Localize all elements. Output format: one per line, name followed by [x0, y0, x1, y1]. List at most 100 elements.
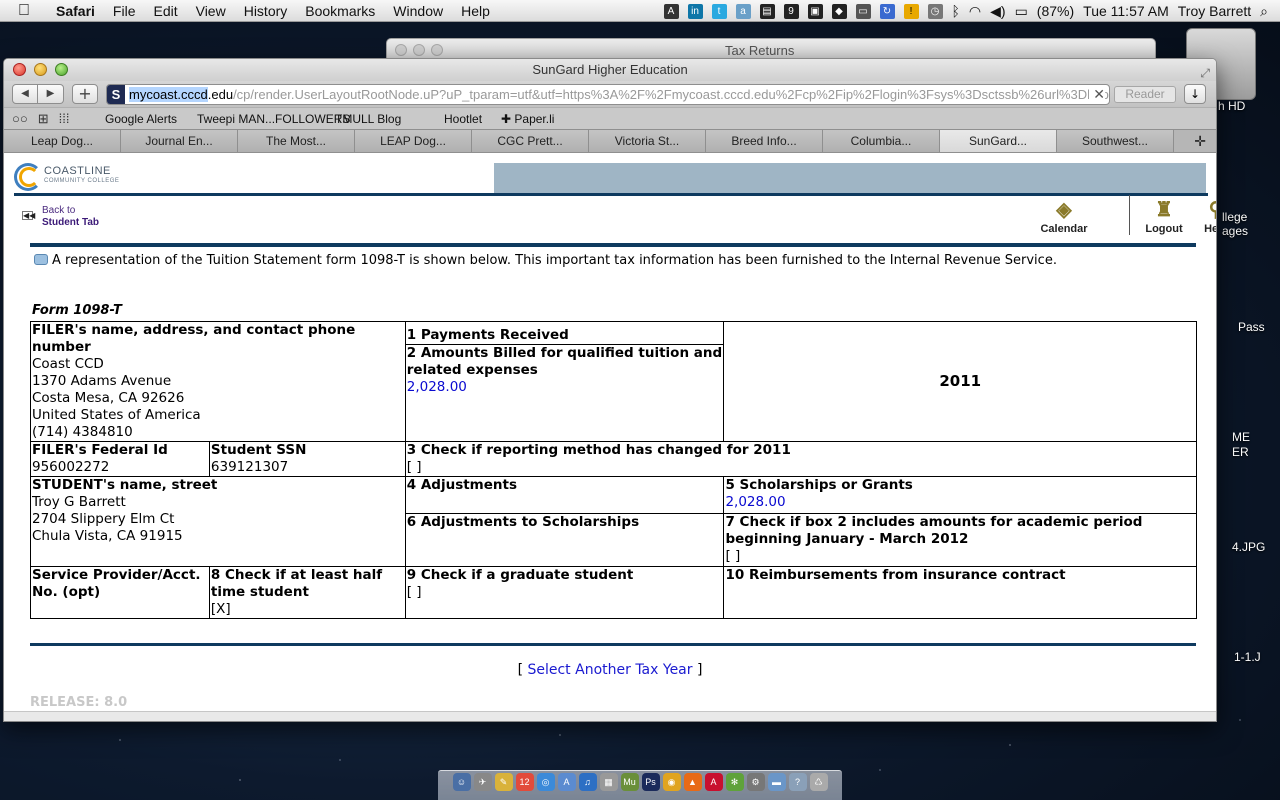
menu-edit[interactable]: Edit	[153, 3, 177, 19]
finder-icon[interactable]: ☺	[452, 773, 471, 791]
box7-cell: 7 Check if box 2 includes amounts for ac…	[723, 513, 1197, 567]
desktop-label-college[interactable]: llege ages	[1222, 210, 1280, 238]
tab-the-most[interactable]: The Most...	[238, 130, 355, 152]
photoshop-icon[interactable]: Ps	[641, 773, 660, 791]
preview-icon[interactable]: ▦	[599, 773, 618, 791]
app-icon-green[interactable]: ✻	[725, 773, 744, 791]
bookmark-paper-li[interactable]: ✚ Paper.li	[501, 108, 554, 130]
desktop-label-j[interactable]: 1-1.J	[1234, 650, 1280, 664]
printer-icon[interactable]: ▤	[759, 3, 775, 19]
desktop-label-jpg[interactable]: 4.JPG	[1232, 540, 1280, 554]
bookmark-tmull-blog[interactable]: TMULL Blog	[335, 108, 401, 130]
menu-history[interactable]: History	[244, 3, 288, 19]
volume-icon[interactable]: ◀)	[990, 3, 1005, 20]
downloads-icon[interactable]: ↓	[1184, 84, 1206, 104]
apple-icon[interactable]: 	[18, 2, 38, 20]
tab-journal[interactable]: Journal En...	[121, 130, 238, 152]
box2-label: 2 Amounts Billed for qualified tuition a…	[406, 345, 723, 379]
select-another-tax-year-link[interactable]: Select Another Tax Year	[527, 662, 692, 678]
linkedin-icon[interactable]: in	[687, 3, 703, 19]
minimize-button[interactable]	[34, 63, 47, 76]
reading-list-icon[interactable]: ○○	[12, 108, 28, 130]
a-menu-icon[interactable]: A	[663, 3, 679, 19]
box6-label: 6 Adjustments to Scholarships	[406, 514, 640, 530]
screen-icon[interactable]: ▭	[855, 3, 871, 19]
help-app-icon[interactable]: ?	[788, 773, 807, 791]
bookmarks-icon[interactable]: ⊞	[38, 108, 49, 130]
clear-url-icon[interactable]: ✕	[1089, 85, 1105, 104]
new-tab-icon[interactable]: ✛	[1194, 130, 1206, 152]
back-target: Student Tab	[42, 217, 100, 228]
bookmark-google-alerts[interactable]: Google Alerts	[105, 108, 177, 130]
safari-app-icon[interactable]: ◎	[536, 773, 555, 791]
zoom-button[interactable]	[55, 63, 68, 76]
evernote-icon[interactable]: 9	[783, 3, 799, 19]
tab-sungard[interactable]: SunGard...	[940, 130, 1057, 152]
bracket-close: ]	[696, 662, 703, 678]
warning-icon[interactable]: !	[903, 3, 919, 19]
trash-icon[interactable]: ♺	[809, 773, 828, 791]
wifi-icon[interactable]: ◠	[969, 3, 981, 20]
acrobat-icon[interactable]: A	[704, 773, 723, 791]
menu-file[interactable]: File	[113, 3, 136, 19]
user-name[interactable]: Troy Barrett	[1178, 3, 1251, 19]
app-store-icon[interactable]: A	[557, 773, 576, 791]
menu-window[interactable]: Window	[393, 3, 443, 19]
address-bar[interactable]: Smycoast.cccd.edu/cp/render.UserLayoutRo…	[106, 84, 1110, 105]
forward-button[interactable]: ▶	[38, 84, 64, 104]
vlc-icon[interactable]: ▲	[683, 773, 702, 791]
menu-app-safari[interactable]: Safari	[56, 3, 95, 19]
ssn-cell: Student SSN 639121307	[208, 441, 406, 477]
tab-leap-dog[interactable]: Leap Dog...	[4, 130, 121, 152]
desktop-label-hd[interactable]: h HD	[1218, 99, 1280, 113]
launchpad-icon[interactable]: ✈	[473, 773, 492, 791]
calendar-app-icon[interactable]: 12	[515, 773, 534, 791]
student-city: Chula Vista, CA 91915	[32, 528, 183, 544]
bookmark-hootlet[interactable]: Hootlet	[444, 108, 482, 130]
toolbar: ◀ ▶ + Smycoast.cccd.edu/cp/render.UserLa…	[4, 81, 1216, 107]
desktop-label-pass[interactable]: Pass	[1238, 320, 1280, 334]
desktop-label-me[interactable]: ME ER	[1232, 430, 1280, 460]
bluetooth-icon[interactable]: ᛒ	[952, 3, 960, 19]
battery-icon[interactable]: ▭	[1015, 3, 1028, 20]
tab-breed-info[interactable]: Breed Info...	[706, 130, 823, 152]
reader-button[interactable]: Reader	[1114, 86, 1176, 103]
dropbox-icon[interactable]: ◆	[831, 3, 847, 19]
tab-cgc[interactable]: CGC Prett...	[472, 130, 589, 152]
twitter-icon[interactable]: t	[711, 3, 727, 19]
mu-icon[interactable]: Mu	[620, 773, 639, 791]
help-link[interactable]: ⚲ Help	[1194, 195, 1216, 235]
coastline-logo[interactable]: COASTLINE COMMUNITY COLLEGE	[14, 163, 494, 191]
itunes-icon[interactable]: ♫	[578, 773, 597, 791]
tab-leap-dog-2[interactable]: LEAP Dog...	[355, 130, 472, 152]
lock-icon[interactable]: ▣	[807, 3, 823, 19]
top-sites-icon[interactable]: ⁞⁞⁞	[59, 108, 70, 130]
tab-victoria[interactable]: Victoria St...	[589, 130, 706, 152]
spotlight-search-icon[interactable]: ⌕	[1260, 3, 1268, 20]
menu-bookmarks[interactable]: Bookmarks	[305, 3, 375, 19]
app-icon-gray[interactable]: ⚙	[746, 773, 765, 791]
tab-columbia[interactable]: Columbia...	[823, 130, 940, 152]
clock[interactable]: Tue 11:57 AM	[1083, 3, 1169, 19]
tab-southwest[interactable]: Southwest...	[1057, 130, 1174, 152]
app-icon[interactable]: a	[735, 3, 751, 19]
calendar-link[interactable]: ◈ Calendar	[1034, 195, 1094, 235]
bracket-open: [	[517, 662, 524, 678]
close-button[interactable]	[13, 63, 26, 76]
add-bookmark-button[interactable]: +	[72, 84, 98, 104]
back-button[interactable]: ◀	[12, 84, 38, 104]
box5-cell: 5 Scholarships or Grants 2,028.00	[723, 476, 1197, 514]
time-machine-icon[interactable]: ◷	[927, 3, 943, 19]
chrome-icon[interactable]: ◉	[662, 773, 681, 791]
bookmark-tweepi[interactable]: Tweepi MAN...FOLLOWERS	[197, 108, 350, 130]
menu-help[interactable]: Help	[461, 3, 490, 19]
logout-link[interactable]: ♜ Logout	[1134, 195, 1194, 235]
menu-view[interactable]: View	[196, 3, 226, 19]
folder-icon[interactable]: ▬	[767, 773, 786, 791]
student-name: Troy G Barrett	[32, 494, 126, 510]
title-bar[interactable]: SunGard Higher Education ⤢	[4, 59, 1216, 81]
sync-icon[interactable]: ↻	[879, 3, 895, 19]
notes-icon[interactable]: ✎	[494, 773, 513, 791]
desktop-label-me-line1: ME	[1232, 430, 1250, 444]
horizontal-scrollbar[interactable]	[4, 711, 1216, 721]
